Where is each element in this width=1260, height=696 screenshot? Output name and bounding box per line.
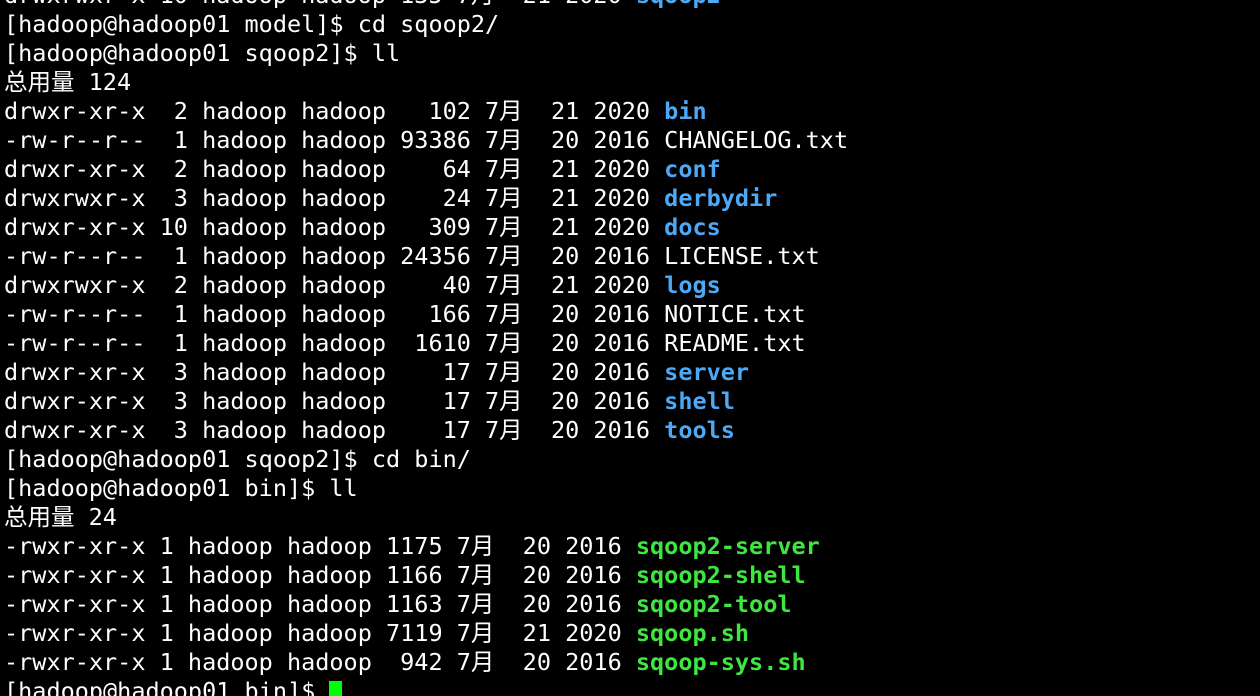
directory-name: derbydir bbox=[664, 184, 778, 212]
terminal-line: [hadoop@hadoop01 sqoop2]$ ll bbox=[4, 39, 848, 68]
line-text: drwxr-xr-x 3 hadoop hadoop 17 7月 20 2016 bbox=[4, 416, 665, 444]
terminal-line: drwxr-xr-x 10 hadoop hadoop 309 7月 21 20… bbox=[4, 213, 848, 242]
line-text: 总用量 24 bbox=[4, 503, 117, 531]
line-text: 总用量 124 bbox=[4, 68, 132, 96]
terminal-line: drwxr-xr-x 3 hadoop hadoop 17 7月 20 2016… bbox=[4, 416, 848, 445]
terminal-line: -rw-r--r-- 1 hadoop hadoop 1610 7月 20 20… bbox=[4, 329, 848, 358]
terminal-line: [hadoop@hadoop01 bin]$ bbox=[4, 677, 848, 696]
terminal-line: [hadoop@hadoop01 bin]$ ll bbox=[4, 474, 848, 503]
terminal-line: 总用量 124 bbox=[4, 68, 848, 97]
executable-name: sqoop2-server bbox=[635, 532, 820, 560]
directory-name: conf bbox=[664, 155, 721, 183]
line-text: -rw-r--r-- 1 hadoop hadoop 93386 7月 20 2… bbox=[4, 126, 849, 154]
cursor-block[interactable] bbox=[329, 681, 343, 696]
terminal-line: drwxr-xr-x 3 hadoop hadoop 17 7月 20 2016… bbox=[4, 358, 848, 387]
terminal-line: -rwxr-xr-x 1 hadoop hadoop 1163 7月 20 20… bbox=[4, 590, 848, 619]
line-text: drwxrwxr-x 10 hadoop hadoop 135 7月 21 20… bbox=[4, 0, 636, 9]
line-text: drwxr-xr-x 3 hadoop hadoop 17 7月 20 2016 bbox=[4, 387, 665, 415]
executable-name: sqoop-sys.sh bbox=[635, 648, 806, 676]
terminal-line: -rw-r--r-- 1 hadoop hadoop 166 7月 20 201… bbox=[4, 300, 848, 329]
line-text: drwxr-xr-x 10 hadoop hadoop 309 7月 21 20… bbox=[4, 213, 665, 241]
terminal-line: drwxrwxr-x 2 hadoop hadoop 40 7月 21 2020… bbox=[4, 271, 848, 300]
terminal-line: -rwxr-xr-x 1 hadoop hadoop 7119 7月 21 20… bbox=[4, 619, 848, 648]
terminal-line: [hadoop@hadoop01 model]$ cd sqoop2/ bbox=[4, 10, 848, 39]
line-text: drwxrwxr-x 2 hadoop hadoop 40 7月 21 2020 bbox=[4, 271, 665, 299]
line-text: -rwxr-xr-x 1 hadoop hadoop 942 7月 20 201… bbox=[4, 648, 636, 676]
terminal-line: drwxrwxr-x 3 hadoop hadoop 24 7月 21 2020… bbox=[4, 184, 848, 213]
terminal-line: drwxr-xr-x 2 hadoop hadoop 64 7月 21 2020… bbox=[4, 155, 848, 184]
shell-prompt: [hadoop@hadoop01 sqoop2]$ ll bbox=[4, 39, 401, 67]
shell-prompt: [hadoop@hadoop01 bin]$ bbox=[4, 677, 330, 696]
directory-name: sqoop2 bbox=[636, 0, 721, 9]
terminal-line: [hadoop@hadoop01 sqoop2]$ cd bin/ bbox=[4, 445, 848, 474]
terminal-window[interactable]: drwxrwxr-x 10 hadoop hadoop 135 7月 21 20… bbox=[0, 0, 1260, 696]
line-text: -rw-r--r-- 1 hadoop hadoop 166 7月 20 201… bbox=[4, 300, 806, 328]
line-text: drwxr-xr-x 2 hadoop hadoop 64 7月 21 2020 bbox=[4, 155, 665, 183]
line-text: drwxr-xr-x 3 hadoop hadoop 17 7月 20 2016 bbox=[4, 358, 665, 386]
terminal-line: -rwxr-xr-x 1 hadoop hadoop 1175 7月 20 20… bbox=[4, 532, 848, 561]
line-text: -rwxr-xr-x 1 hadoop hadoop 1175 7月 20 20… bbox=[4, 532, 636, 560]
directory-name: docs bbox=[664, 213, 721, 241]
line-text: drwxr-xr-x 2 hadoop hadoop 102 7月 21 202… bbox=[4, 97, 665, 125]
directory-name: shell bbox=[664, 387, 735, 415]
terminal-line: drwxr-xr-x 2 hadoop hadoop 102 7月 21 202… bbox=[4, 97, 848, 126]
executable-name: sqoop2-shell bbox=[635, 561, 806, 589]
line-text: -rw-r--r-- 1 hadoop hadoop 24356 7月 20 2… bbox=[4, 242, 820, 270]
shell-prompt: [hadoop@hadoop01 sqoop2]$ cd bin/ bbox=[4, 445, 471, 473]
line-text: -rwxr-xr-x 1 hadoop hadoop 1163 7月 20 20… bbox=[4, 590, 636, 618]
line-text: drwxrwxr-x 3 hadoop hadoop 24 7月 21 2020 bbox=[4, 184, 665, 212]
executable-name: sqoop2-tool bbox=[635, 590, 792, 618]
line-text: -rwxr-xr-x 1 hadoop hadoop 1166 7月 20 20… bbox=[4, 561, 636, 589]
shell-prompt: [hadoop@hadoop01 bin]$ ll bbox=[4, 474, 358, 502]
line-text: -rwxr-xr-x 1 hadoop hadoop 7119 7月 21 20… bbox=[4, 619, 636, 647]
directory-name: logs bbox=[664, 271, 721, 299]
executable-name: sqoop.sh bbox=[635, 619, 750, 647]
terminal-line: -rwxr-xr-x 1 hadoop hadoop 1166 7月 20 20… bbox=[4, 561, 848, 590]
terminal-line: -rw-r--r-- 1 hadoop hadoop 24356 7月 20 2… bbox=[4, 242, 848, 271]
shell-prompt: [hadoop@hadoop01 model]$ cd sqoop2/ bbox=[4, 10, 500, 38]
directory-name: server bbox=[664, 358, 750, 386]
terminal-line: drwxr-xr-x 3 hadoop hadoop 17 7月 20 2016… bbox=[4, 387, 848, 416]
terminal-line: -rwxr-xr-x 1 hadoop hadoop 942 7月 20 201… bbox=[4, 648, 848, 677]
terminal-output: drwxrwxr-x 10 hadoop hadoop 135 7月 21 20… bbox=[4, 0, 848, 696]
terminal-line: 总用量 24 bbox=[4, 503, 848, 532]
line-text: -rw-r--r-- 1 hadoop hadoop 1610 7月 20 20… bbox=[4, 329, 806, 357]
directory-name: tools bbox=[664, 416, 735, 444]
directory-name: bin bbox=[664, 97, 707, 125]
terminal-line: -rw-r--r-- 1 hadoop hadoop 93386 7月 20 2… bbox=[4, 126, 848, 155]
terminal-line: drwxrwxr-x 10 hadoop hadoop 135 7月 21 20… bbox=[4, 0, 848, 10]
